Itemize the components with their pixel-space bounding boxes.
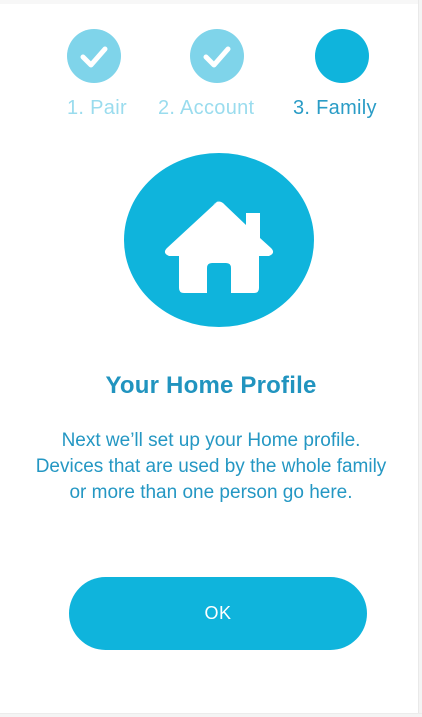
right-edge: [418, 0, 422, 717]
ok-button[interactable]: OK: [69, 577, 367, 650]
step-2-complete-indicator: [190, 29, 244, 83]
profile-description: Next we’ll set up your Home profile. Dev…: [35, 430, 387, 503]
home-icon: [164, 200, 274, 293]
step-2-label: 2. Account: [158, 97, 255, 119]
check-icon: [80, 46, 108, 68]
check-icon: [203, 46, 231, 68]
step-1-label: 1. Pair: [67, 97, 127, 119]
step-1-complete-indicator: [67, 29, 121, 83]
home-profile-badge: [124, 153, 314, 327]
top-edge: [0, 0, 422, 4]
step-3-label: 3. Family: [293, 97, 377, 119]
page-title: Your Home Profile: [105, 372, 317, 399]
step-3-current-indicator: [315, 29, 369, 83]
bottom-edge: [0, 713, 422, 717]
